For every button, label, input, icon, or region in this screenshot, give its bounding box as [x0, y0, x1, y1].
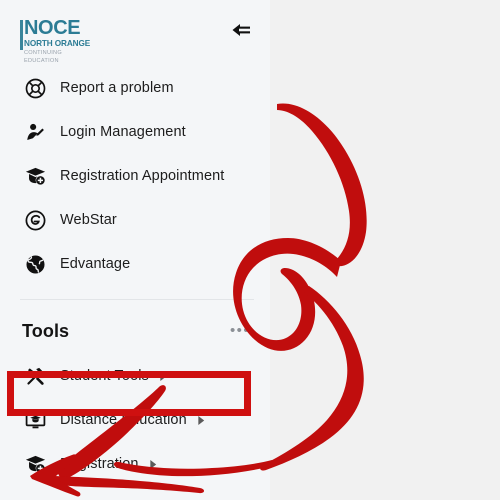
- section-title: Tools: [22, 320, 70, 341]
- sidebar-item-edvantage[interactable]: Edvantage: [0, 242, 270, 286]
- app-root: NOCE NORTH ORANGE CONTINUING EDUCATION R…: [0, 0, 500, 500]
- life-ring-icon: [22, 75, 48, 101]
- noce-logo[interactable]: NOCE NORTH ORANGE CONTINUING EDUCATION: [20, 17, 96, 65]
- sidebar-item-report-a-problem[interactable]: Report a problem: [0, 66, 270, 110]
- sidebar-item-label: Login Management: [60, 124, 186, 140]
- arrow-left-lines-icon: [229, 21, 251, 44]
- person-edit-icon: [22, 119, 48, 145]
- sidebar-item-registration[interactable]: Registration: [0, 442, 270, 486]
- sidebar-item-registration-appointment[interactable]: Registration Appointment: [0, 154, 270, 198]
- circle-swirl-icon: [22, 207, 48, 233]
- logo-subtitle-primary: NORTH ORANGE: [24, 39, 91, 48]
- sidebar-item-webstar[interactable]: WebStar: [0, 198, 270, 242]
- sidebar-item-label: Registration: [60, 456, 139, 472]
- ellipsis-icon[interactable]: •••: [228, 323, 252, 338]
- hammer-wrench-icon: [22, 363, 48, 389]
- sidebar-item-label: WebStar: [60, 212, 117, 228]
- sidebar-item-distance-education[interactable]: Distance Education: [0, 398, 270, 442]
- collapse-sidebar-button[interactable]: [226, 19, 254, 45]
- logo-accent-bar: [20, 20, 23, 50]
- logo-subtitle-secondary: CONTINUING EDUCATION: [24, 50, 62, 64]
- sidebar-item-label: Student Tools: [60, 368, 149, 384]
- sidebar-item-label: Distance Education: [60, 412, 187, 428]
- monitor-cap-icon: [22, 407, 48, 433]
- sidebar-divider: [20, 299, 254, 300]
- chevron-right-icon[interactable]: [159, 371, 168, 382]
- chevron-right-icon[interactable]: [197, 415, 206, 426]
- logo-wordmark: NOCE: [24, 17, 81, 39]
- sidebar-item-label: Report a problem: [60, 80, 174, 96]
- sidebar-item-label: Edvantage: [60, 256, 131, 272]
- tools-nav: Student Tools Distance Education Registr…: [0, 354, 270, 486]
- sidebar-item-label: Registration Appointment: [60, 168, 225, 184]
- tools-section-header: Tools •••: [0, 308, 270, 354]
- primary-nav: Report a problem Login Management Regist…: [0, 66, 270, 286]
- grad-cap-plus-icon: [22, 163, 48, 189]
- grad-cap-plus-icon: [22, 451, 48, 477]
- sidebar-item-login-management[interactable]: Login Management: [0, 110, 270, 154]
- globe-icon: [22, 251, 48, 277]
- sidebar-header: NOCE NORTH ORANGE CONTINUING EDUCATION: [0, 0, 270, 66]
- chevron-right-icon[interactable]: [149, 459, 158, 470]
- sidebar: NOCE NORTH ORANGE CONTINUING EDUCATION R…: [0, 0, 270, 500]
- sidebar-item-student-tools[interactable]: Student Tools: [0, 354, 270, 398]
